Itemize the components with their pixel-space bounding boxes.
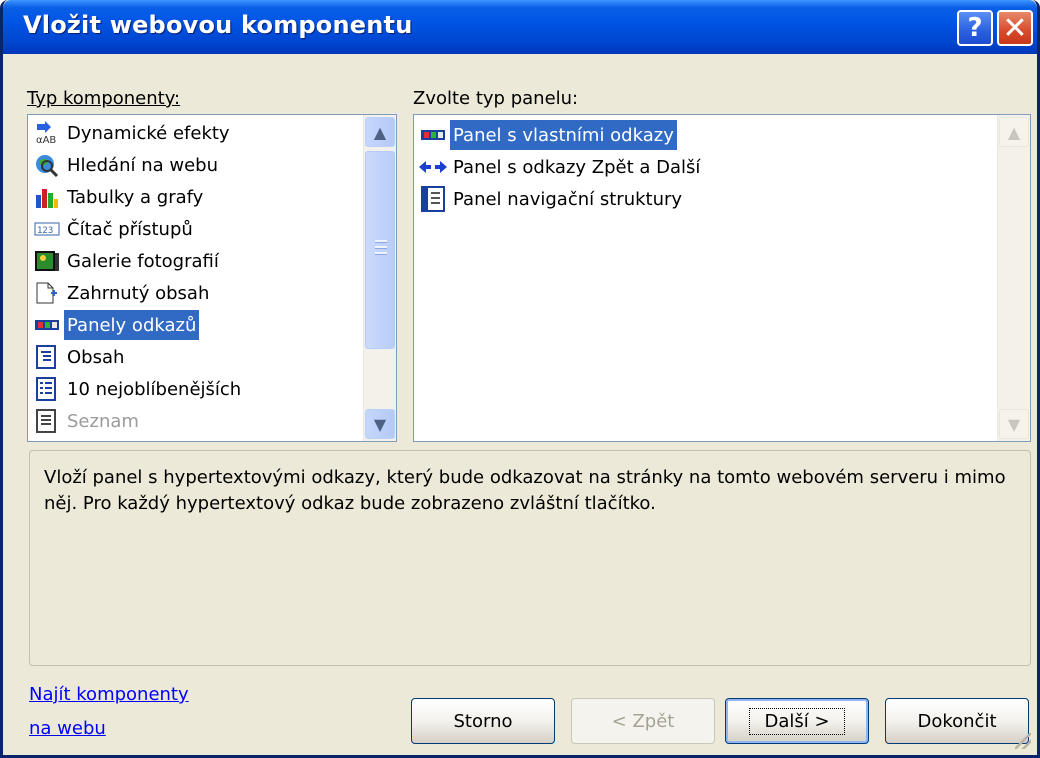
- scroll-thumb[interactable]: [365, 151, 395, 349]
- component-item-label: Zahrnutý obsah: [67, 282, 210, 304]
- component-item-label: Galerie fotografií: [67, 250, 219, 272]
- finish-button[interactable]: Dokončit: [885, 698, 1029, 744]
- top-ten-list-icon: [32, 376, 62, 402]
- chevron-down-icon: ▼: [373, 414, 387, 434]
- dynamic-effects-icon: αAB: [32, 120, 62, 146]
- cancel-button[interactable]: Storno: [411, 698, 555, 744]
- component-item[interactable]: Tabulky a grafy: [32, 181, 206, 213]
- component-type-list[interactable]: αAB Dynamické efekty Hledání na webu Tabulk…: [27, 114, 397, 442]
- close-icon: ✕: [1002, 10, 1028, 46]
- finish-button-label: Dokončit: [917, 710, 997, 732]
- component-item[interactable]: Hledání na webu: [32, 149, 221, 181]
- component-item[interactable]: Obsah: [32, 341, 127, 373]
- thumb-grip: [375, 246, 387, 249]
- thumb-grip: [375, 240, 387, 243]
- component-item[interactable]: Zahrnutý obsah: [32, 277, 212, 309]
- close-button[interactable]: ✕: [997, 10, 1033, 46]
- title-bar[interactable]: Vložit webovou komponentu ? ✕: [3, 0, 1037, 54]
- chevron-up-icon: ▲: [1007, 122, 1021, 142]
- chevron-down-icon: ▼: [1007, 414, 1021, 434]
- panel-type-item[interactable]: Panel s odkazy Zpět a Další: [418, 151, 703, 183]
- find-components-link-line2[interactable]: na webu: [29, 718, 106, 739]
- next-button-label: Další >: [749, 707, 845, 735]
- find-components-link[interactable]: Najít komponenty: [29, 684, 189, 705]
- custom-links-bar-icon: [418, 122, 448, 148]
- thumb-grip: [375, 252, 387, 255]
- component-type-label-text: Typ komponenty:: [27, 88, 181, 109]
- component-type-label: Typ komponenty:: [27, 88, 180, 109]
- component-item-label: Obsah: [67, 346, 125, 368]
- back-next-arrows-icon: [418, 154, 448, 180]
- panel-type-item-label: Panel navigační struktury: [453, 188, 683, 210]
- component-item-label: Seznam: [67, 410, 139, 432]
- dialog-window: Vložit webovou komponentu ? ✕ Typ kompon…: [0, 0, 1040, 758]
- included-content-icon: [32, 280, 62, 306]
- panel-type-item[interactable]: Panel navigační struktury: [418, 183, 685, 215]
- scroll-down-button[interactable]: ▼: [365, 409, 395, 439]
- component-item[interactable]: αAB Dynamické efekty: [32, 117, 233, 149]
- table-of-contents-icon: [32, 344, 62, 370]
- component-item-label: 10 nejoblíbenějších: [67, 378, 242, 400]
- component-item-label: Panely odkazů: [64, 310, 200, 340]
- navigation-structure-icon: [418, 186, 448, 212]
- scroll-up-button[interactable]: ▲: [365, 117, 395, 147]
- help-button[interactable]: ?: [957, 10, 993, 46]
- component-item-label: Čítač přístupů: [67, 218, 193, 240]
- cancel-button-label: Storno: [453, 710, 513, 732]
- svg-text:123: 123: [37, 226, 53, 236]
- panel-type-item-label: Panel s odkazy Zpět a Další: [453, 156, 701, 178]
- component-item[interactable]: Galerie fotografií: [32, 245, 222, 277]
- charts-icon: [32, 184, 62, 210]
- hit-counter-icon: 123: [32, 216, 62, 242]
- component-item[interactable]: Seznam: [32, 405, 142, 437]
- panel-scroll-down-button[interactable]: ▼: [999, 409, 1029, 439]
- component-list-scrollbar[interactable]: ▲ ▼: [363, 115, 396, 441]
- resize-grip[interactable]: [1015, 733, 1031, 749]
- chevron-up-icon: ▲: [373, 122, 387, 142]
- back-button[interactable]: < Zpět: [571, 698, 715, 744]
- list-icon: [32, 408, 62, 434]
- link-bar-icon: [32, 312, 62, 338]
- component-item[interactable]: Panely odkazů: [32, 309, 200, 341]
- panel-list-scrollbar[interactable]: ▲ ▼: [997, 115, 1030, 441]
- svg-text:αAB: αAB: [36, 135, 56, 145]
- next-button[interactable]: Další >: [725, 698, 869, 744]
- dialog-title: Vložit webovou komponentu: [23, 11, 413, 39]
- component-item-label: Tabulky a grafy: [67, 186, 204, 208]
- web-search-icon: [32, 152, 62, 178]
- panel-type-label: Zvolte typ panelu:: [413, 88, 579, 109]
- panel-type-list[interactable]: Panel s vlastními odkazy Panel s odkazy Z…: [413, 114, 1031, 442]
- panel-type-item[interactable]: Panel s vlastními odkazy: [418, 119, 677, 151]
- photo-gallery-icon: [32, 248, 62, 274]
- panel-scroll-up-button[interactable]: ▲: [999, 117, 1029, 147]
- component-item-label: Hledání na webu: [67, 154, 218, 176]
- panel-type-item-label: Panel s vlastními odkazy: [450, 120, 677, 150]
- component-item[interactable]: 123 Čítač přístupů: [32, 213, 196, 245]
- component-item-label: Dynamické efekty: [67, 122, 230, 144]
- description-box: Vloží panel s hypertextovými odkazy, kte…: [29, 450, 1031, 666]
- component-item[interactable]: 10 nejoblíbenějších: [32, 373, 244, 405]
- back-button-label: < Zpět: [611, 710, 675, 732]
